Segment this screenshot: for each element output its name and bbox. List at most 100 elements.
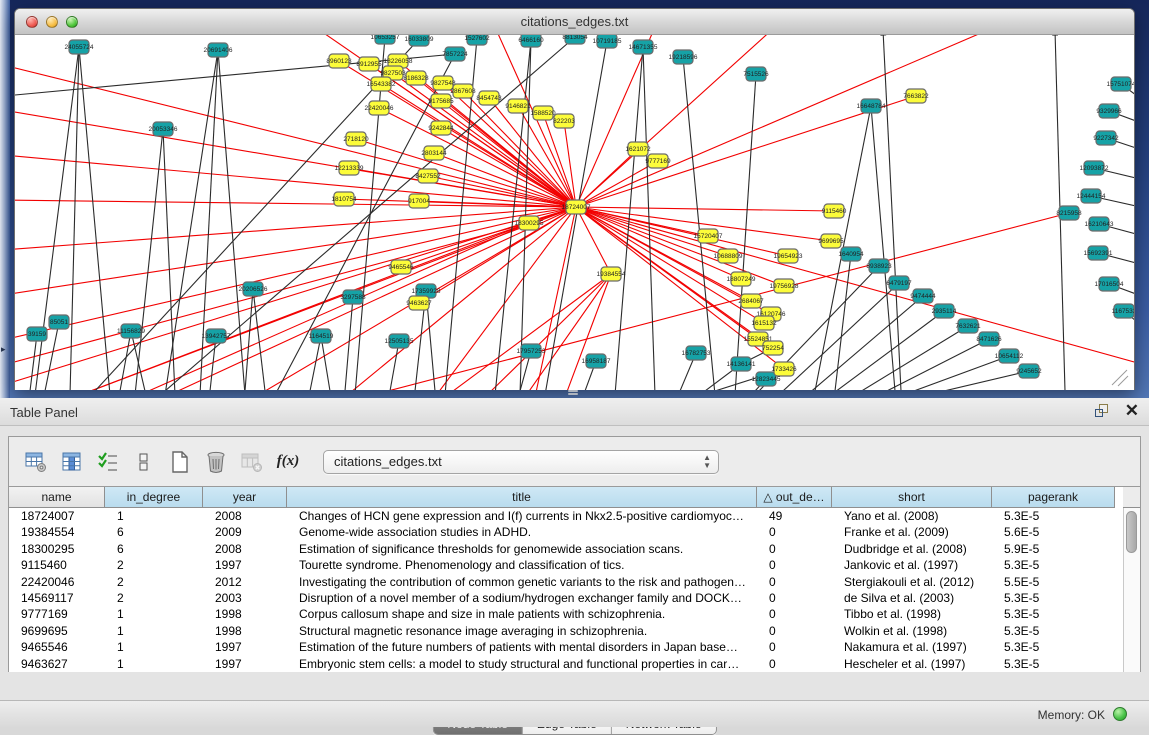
citation-edge-black[interactable] [120, 331, 131, 390]
citation-edge-black[interactable] [321, 336, 330, 390]
citation-edge-black[interactable] [79, 47, 110, 390]
network-node[interactable]: 16782753 [682, 346, 711, 360]
citation-edge-red[interactable] [401, 207, 576, 267]
network-node[interactable]: 2935114 [932, 304, 957, 318]
cell-pagerank[interactable]: 5.9E-5 [992, 541, 1115, 558]
cell-year[interactable]: 2008 [203, 508, 287, 525]
citation-edge-black[interactable] [783, 283, 899, 390]
citation-edge-red[interactable] [15, 223, 529, 365]
close-icon[interactable]: ✕ [1125, 403, 1139, 419]
cell-short[interactable]: Dudbridge et al. (2008) [832, 541, 992, 558]
network-view-window[interactable]: citations_edges.txt 24055724206914061065… [14, 8, 1135, 390]
cell-out_de[interactable]: 0 [757, 541, 832, 558]
column-header-out_de[interactable]: △ out_de… [757, 487, 832, 508]
network-node[interactable]: 9245652 [1016, 364, 1042, 378]
network-node[interactable]: 9777169 [645, 154, 671, 168]
cell-out_de[interactable]: 0 [757, 557, 832, 574]
cell-pagerank[interactable]: 5.3E-5 [992, 623, 1115, 640]
cell-title[interactable]: Structural magnetic resonance image aver… [287, 623, 757, 640]
network-node[interactable]: 20206526 [239, 282, 268, 296]
cell-title[interactable]: Changes of HCN gene expression and I(f) … [287, 508, 757, 525]
cell-pagerank[interactable]: 5.3E-5 [992, 656, 1115, 673]
network-node[interactable]: 8427552 [415, 169, 441, 183]
cell-in_degree[interactable]: 1 [105, 656, 203, 673]
citation-edge-black[interactable] [131, 331, 145, 390]
network-node[interactable]: 14136141 [727, 357, 756, 371]
network-node[interactable]: 8454743 [476, 91, 502, 105]
trash-icon[interactable] [203, 449, 229, 475]
split-pane-handle[interactable] [566, 389, 580, 397]
column-header-in_degree[interactable]: in_degree [105, 487, 203, 508]
cell-year[interactable]: 1997 [203, 557, 287, 574]
citation-edge-red[interactable] [576, 207, 764, 323]
cell-out_de[interactable]: 0 [757, 606, 832, 623]
table-row[interactable]: 1830029562008Estimation of significance … [9, 541, 1123, 558]
column-edit-icon[interactable] [59, 449, 85, 475]
cell-in_degree[interactable]: 2 [105, 557, 203, 574]
table-row[interactable]: 977716911998Corpus callosum shape and si… [9, 606, 1123, 623]
table-row[interactable]: 969969511998Structural magnetic resonanc… [9, 623, 1123, 640]
network-node[interactable]: 15751074 [1107, 77, 1134, 91]
citation-edge-red[interactable] [445, 274, 611, 390]
citation-edge-black[interactable] [163, 129, 175, 390]
cell-short[interactable]: Franke et al. (2009) [832, 524, 992, 541]
citation-edge-red[interactable] [165, 207, 576, 390]
cell-short[interactable]: Yano et al. (2008) [832, 508, 992, 525]
new-table-icon[interactable] [167, 449, 193, 475]
citation-edge-red[interactable] [15, 207, 576, 295]
table-row[interactable]: 1938455462009Genome-wide association stu… [9, 524, 1123, 541]
network-node[interactable]: 18807249 [727, 272, 756, 286]
table-settings-icon[interactable] [23, 449, 49, 475]
cell-short[interactable]: Hescheler et al. (1997) [832, 656, 992, 673]
network-node[interactable]: 19384554 [597, 267, 626, 281]
cell-short[interactable]: Nakamura et al. (1997) [832, 639, 992, 656]
cell-title[interactable]: Tourette syndrome. Phenomenology and cla… [287, 557, 757, 574]
cell-in_degree[interactable]: 1 [105, 606, 203, 623]
network-node[interactable]: 9463627 [406, 296, 432, 310]
network-node[interactable]: 9329966 [1096, 104, 1122, 118]
network-node[interactable]: 22420046 [365, 101, 394, 115]
citation-edge-red[interactable] [576, 207, 1134, 365]
network-node[interactable]: 8813054 [562, 35, 588, 44]
network-canvas[interactable]: 2405572420691406106532571603380978572241… [15, 35, 1134, 390]
network-node[interactable]: 8960123 [326, 54, 352, 68]
network-node[interactable]: 10719185 [593, 35, 622, 48]
network-node[interactable]: 16033809 [405, 35, 434, 46]
float-window-icon[interactable] [1095, 403, 1111, 419]
table-row[interactable]: 946554611997Estimation of the future num… [9, 639, 1123, 656]
network-node[interactable]: 16210643 [1085, 217, 1114, 231]
network-node[interactable]: 9115460 [822, 204, 847, 218]
network-node[interactable]: 8186328 [403, 71, 429, 85]
network-node[interactable]: 7632621 [955, 319, 981, 333]
cell-name[interactable]: 9463627 [9, 656, 105, 673]
cell-year[interactable]: 2003 [203, 590, 287, 607]
citation-edge-red[interactable] [576, 207, 834, 211]
network-node[interactable]: 9175685 [428, 94, 454, 108]
citation-edge-red[interactable] [576, 35, 995, 207]
cell-in_degree[interactable]: 2 [105, 574, 203, 591]
citation-edge-black[interactable] [683, 57, 715, 390]
table-row[interactable]: 2242004622012Investigating the contribut… [9, 574, 1123, 591]
cell-year[interactable]: 2009 [203, 524, 287, 541]
cell-out_de[interactable]: 0 [757, 656, 832, 673]
delete-column-icon[interactable] [239, 449, 265, 475]
network-node[interactable]: 1640954 [838, 247, 864, 261]
network-node[interactable]: 8471626 [976, 332, 1002, 346]
citation-edge-red[interactable] [15, 207, 576, 385]
cell-year[interactable]: 2012 [203, 574, 287, 591]
cell-name[interactable]: 22420046 [9, 574, 105, 591]
network-node[interactable]: 17016504 [1095, 277, 1124, 291]
network-node[interactable]: 10688809 [714, 249, 743, 263]
network-node[interactable]: 1615132 [751, 316, 777, 330]
network-node[interactable]: 19756928 [770, 279, 799, 293]
citation-edge-red[interactable] [15, 65, 576, 207]
network-node[interactable]: 10654112 [995, 349, 1024, 363]
cell-title[interactable]: Estimation of the future numbers of pati… [287, 639, 757, 656]
network-node[interactable]: 11156829 [117, 324, 145, 338]
cell-in_degree[interactable]: 6 [105, 524, 203, 541]
cell-name[interactable]: 9465546 [9, 639, 105, 656]
column-header-pagerank[interactable]: pagerank [992, 487, 1115, 508]
citation-edge-black[interactable] [70, 47, 79, 390]
cell-out_de[interactable]: 49 [757, 508, 832, 525]
cell-pagerank[interactable]: 5.3E-5 [992, 590, 1115, 607]
